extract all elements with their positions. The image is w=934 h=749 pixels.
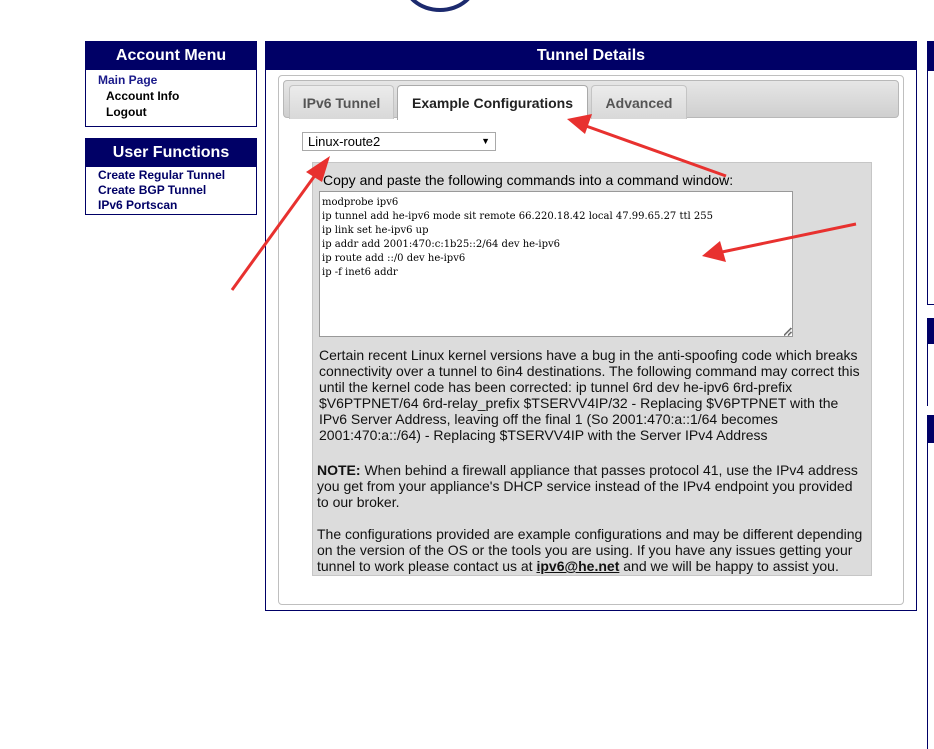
create-bgp-tunnel-link[interactable]: Create BGP Tunnel xyxy=(98,183,256,198)
os-config-select[interactable]: Linux-route2 ▼ xyxy=(302,132,496,151)
tab-bar: IPv6 Tunnel Example Configurations Advan… xyxy=(283,80,899,120)
right-panel-header-3 xyxy=(927,415,934,443)
tab-container: IPv6 Tunnel Example Configurations Advan… xyxy=(278,75,904,605)
logout-link[interactable]: Logout xyxy=(98,104,256,120)
tab-advanced[interactable]: Advanced xyxy=(591,85,687,119)
tunnel-details-panel: Tunnel Details IPv6 Tunnel Example Confi… xyxy=(265,41,917,611)
user-functions-title: User Functions xyxy=(86,139,256,167)
ipv6-portscan-link[interactable]: IPv6 Portscan xyxy=(98,198,256,213)
right-panel-border-2 xyxy=(927,344,928,406)
copy-instructions: Copy and paste the following commands in… xyxy=(323,172,734,188)
account-menu: Account Menu Main Page Account Info Logo… xyxy=(85,41,257,127)
tab-ipv6-tunnel[interactable]: IPv6 Tunnel xyxy=(289,85,394,119)
contact-email-link[interactable]: ipv6@he.net xyxy=(536,558,619,574)
user-functions-menu: User Functions Create Regular Tunnel Cre… xyxy=(85,138,257,215)
right-panel-header-2 xyxy=(927,318,934,344)
support-disclaimer: The configurations provided are example … xyxy=(317,526,869,574)
create-regular-tunnel-link[interactable]: Create Regular Tunnel xyxy=(98,168,256,183)
account-info-link[interactable]: Account Info xyxy=(98,88,256,104)
dropdown-arrow-icon: ▼ xyxy=(481,136,490,146)
tab-example-configurations[interactable]: Example Configurations xyxy=(397,85,588,120)
os-config-select-value: Linux-route2 xyxy=(308,134,381,149)
note-label: NOTE: xyxy=(317,462,361,478)
account-menu-title: Account Menu xyxy=(86,42,256,70)
disclaimer-text-end: and we will be happy to assist you. xyxy=(619,558,839,574)
config-panel: Copy and paste the following commands in… xyxy=(312,162,872,576)
site-logo xyxy=(402,0,478,12)
commands-textarea[interactable]: modprobe ipv6 ip tunnel add he-ipv6 mode… xyxy=(319,191,793,337)
tunnel-details-title: Tunnel Details xyxy=(266,42,916,70)
right-panel-border xyxy=(927,41,934,305)
firewall-note: NOTE: When behind a firewall appliance t… xyxy=(317,462,867,510)
kernel-bug-note: Certain recent Linux kernel versions hav… xyxy=(319,347,860,443)
firewall-note-text: When behind a firewall appliance that pa… xyxy=(317,462,858,510)
main-page-link[interactable]: Main Page xyxy=(98,72,256,88)
right-panel-border-3 xyxy=(927,443,928,749)
